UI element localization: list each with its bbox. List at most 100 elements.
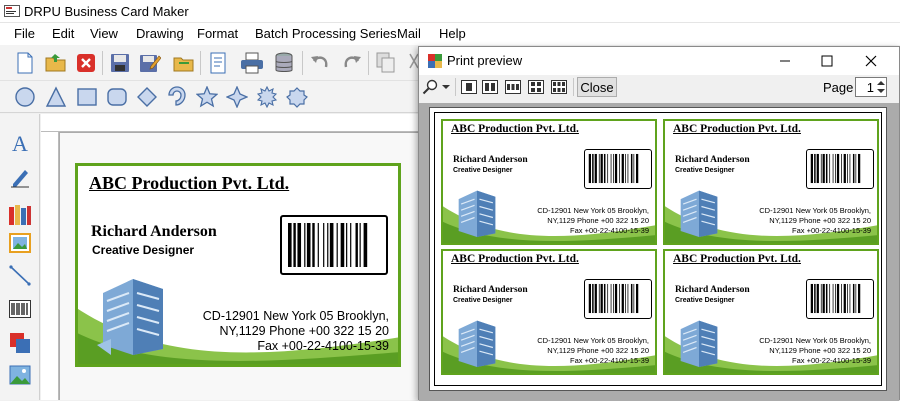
open-icon[interactable] bbox=[172, 51, 196, 75]
menu-file[interactable]: File bbox=[14, 26, 35, 41]
company-name[interactable]: ABC Production Pvt. Ltd. bbox=[89, 173, 289, 194]
starburst-icon[interactable] bbox=[255, 85, 279, 109]
new-file-icon[interactable] bbox=[13, 51, 37, 75]
zoom-icon[interactable] bbox=[421, 79, 441, 95]
barcode-bar bbox=[858, 283, 861, 314]
maximize-button[interactable] bbox=[819, 53, 835, 69]
star-icon[interactable] bbox=[195, 85, 219, 109]
open-folder-icon[interactable] bbox=[44, 51, 68, 75]
design-canvas[interactable]: ABC Production Pvt. Ltd. Richard Anderso… bbox=[41, 114, 421, 400]
menu-mail[interactable]: Mail bbox=[397, 26, 421, 41]
page-stepper[interactable]: 1 bbox=[855, 77, 887, 97]
three-pages-icon[interactable] bbox=[505, 79, 521, 95]
address-line-2: NY,1129 Phone +00 322 15 20 bbox=[547, 346, 649, 355]
text-tool-icon[interactable]: A bbox=[7, 130, 33, 156]
person-role: Creative Designer bbox=[453, 297, 513, 304]
barcode-bar bbox=[835, 153, 836, 184]
barcode-bar bbox=[600, 153, 603, 184]
diamond-icon[interactable] bbox=[135, 85, 159, 109]
person-role[interactable]: Creative Designer bbox=[92, 243, 194, 257]
menu-format[interactable]: Format bbox=[197, 26, 238, 41]
close-red-icon[interactable] bbox=[74, 51, 98, 75]
barcode bbox=[806, 279, 874, 319]
barcode-bar bbox=[814, 153, 816, 184]
six-pages-icon[interactable] bbox=[551, 79, 567, 95]
database-icon[interactable] bbox=[272, 51, 296, 75]
preview-window-icon bbox=[428, 54, 442, 68]
barcode-bar bbox=[855, 153, 857, 184]
barcode-tool-icon[interactable] bbox=[7, 296, 33, 322]
page-number-input[interactable]: 1 bbox=[860, 80, 874, 95]
minimize-button[interactable] bbox=[777, 53, 793, 69]
zoom-dropdown-icon[interactable] bbox=[441, 79, 451, 95]
four-point-star-icon[interactable] bbox=[225, 85, 249, 109]
preview-title: Print preview bbox=[447, 53, 523, 68]
barcode-bar bbox=[825, 153, 828, 184]
barcode[interactable] bbox=[280, 215, 388, 275]
menu-help[interactable]: Help bbox=[439, 26, 466, 41]
address-line-3[interactable]: Fax +00-22-4100-15-39 bbox=[257, 339, 389, 354]
one-page-icon[interactable] bbox=[461, 79, 477, 95]
rounded-rectangle-icon[interactable] bbox=[105, 85, 129, 109]
left-toolbox: A bbox=[0, 114, 40, 400]
two-pages-icon[interactable] bbox=[482, 79, 498, 95]
four-pages-icon[interactable] bbox=[528, 79, 544, 95]
menu-bar: File Edit View Drawing Format Batch Proc… bbox=[0, 23, 900, 45]
redo-icon[interactable] bbox=[340, 51, 364, 75]
barcode-bar bbox=[835, 283, 836, 314]
barcode-bar bbox=[346, 223, 348, 267]
image-icon[interactable] bbox=[7, 230, 33, 256]
barcode-bar bbox=[607, 283, 609, 314]
barcode-bar bbox=[317, 223, 319, 267]
barcode-bar bbox=[820, 283, 822, 314]
print-preview-window[interactable]: Print preview Close Page 1 ABC Productio… bbox=[418, 46, 900, 401]
preview-card: ABC Production Pvt. Ltd. Richard Anderso… bbox=[663, 249, 879, 375]
library-icon[interactable] bbox=[7, 202, 33, 228]
menu-edit[interactable]: Edit bbox=[52, 26, 74, 41]
menu-batch-processing-series[interactable]: Batch Processing Series bbox=[255, 26, 397, 41]
polygon-burst-icon[interactable] bbox=[285, 85, 309, 109]
barcode-bar bbox=[820, 153, 822, 184]
rectangle-icon[interactable] bbox=[75, 85, 99, 109]
barcode-bar bbox=[810, 153, 813, 184]
address-line-1[interactable]: CD-12901 New York 05 Brooklyn, bbox=[203, 309, 389, 324]
barcode-bar bbox=[814, 283, 816, 314]
preview-toolbar: Close Page 1 bbox=[419, 75, 899, 101]
barcode-bar bbox=[588, 283, 591, 314]
undo-icon[interactable] bbox=[308, 51, 332, 75]
pen-tool-icon[interactable] bbox=[7, 164, 33, 190]
barcode-bar bbox=[329, 223, 334, 267]
page-setup-icon[interactable] bbox=[206, 51, 230, 75]
save-icon[interactable] bbox=[108, 51, 132, 75]
save-as-icon[interactable] bbox=[138, 51, 162, 75]
top-ruler bbox=[41, 114, 421, 132]
company-name: ABC Production Pvt. Ltd. bbox=[451, 253, 579, 265]
barcode-bar bbox=[822, 153, 825, 184]
barcode-bar bbox=[633, 153, 635, 184]
arc-icon[interactable] bbox=[165, 85, 189, 109]
barcode-bar bbox=[633, 283, 635, 314]
business-card[interactable]: ABC Production Pvt. Ltd. Richard Anderso… bbox=[75, 163, 401, 367]
barcode-bar bbox=[841, 153, 842, 184]
barcode-bar bbox=[847, 153, 848, 184]
stepper-arrows-icon[interactable] bbox=[876, 79, 886, 95]
menu-drawing[interactable]: Drawing bbox=[136, 26, 184, 41]
ellipse-icon[interactable] bbox=[13, 85, 37, 109]
close-window-button[interactable] bbox=[863, 53, 879, 69]
menu-view[interactable]: View bbox=[90, 26, 118, 41]
line-tool-icon[interactable] bbox=[7, 262, 33, 288]
barcode-bar bbox=[630, 153, 633, 184]
barcode-bar bbox=[592, 153, 594, 184]
copy-icon[interactable] bbox=[374, 51, 398, 75]
person-role: Creative Designer bbox=[675, 167, 735, 174]
triangle-icon[interactable] bbox=[44, 85, 68, 109]
person-name[interactable]: Richard Anderson bbox=[91, 223, 217, 241]
print-icon[interactable] bbox=[240, 51, 264, 75]
preview-title-bar: Print preview bbox=[419, 47, 899, 75]
barcode-bar bbox=[304, 223, 306, 267]
close-preview-button[interactable]: Close bbox=[577, 77, 617, 97]
shapes-tool-icon[interactable] bbox=[7, 330, 33, 356]
address-line-2[interactable]: NY,1129 Phone +00 322 15 20 bbox=[220, 324, 389, 339]
address-line-3: Fax +00-22-4100-15-39 bbox=[569, 226, 649, 235]
picture-tool-icon[interactable] bbox=[7, 362, 33, 388]
